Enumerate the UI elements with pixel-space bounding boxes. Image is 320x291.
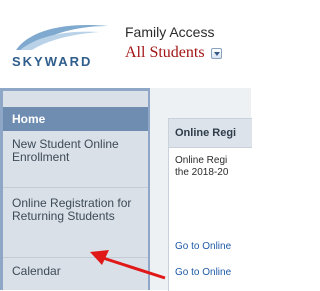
student-selector[interactable]: All Students bbox=[125, 44, 222, 62]
logo-wordmark: SKYWARD bbox=[12, 54, 92, 69]
header: SKYWARD Family Access All Students bbox=[0, 0, 251, 84]
panel-header: Online Regi bbox=[169, 119, 252, 148]
student-selector-value: All Students bbox=[125, 44, 205, 61]
sidebar: Home New Student Online Enrollment Onlin… bbox=[3, 91, 148, 290]
sidebar-item-online-registration-returning[interactable]: Online Registration for Returning Studen… bbox=[3, 197, 148, 253]
panel-title: Online Regi bbox=[175, 127, 237, 139]
sidebar-item-calendar[interactable]: Calendar bbox=[3, 265, 148, 281]
panel-body-line: Online Regi bbox=[175, 155, 228, 166]
sidebar-item-home[interactable]: Home bbox=[3, 107, 148, 131]
chevron-down-icon[interactable] bbox=[210, 47, 222, 59]
panel-body: Online Regi the 2018-20 bbox=[175, 155, 252, 179]
app-title: Family Access bbox=[125, 24, 215, 40]
go-to-online-link[interactable]: Go to Online bbox=[175, 241, 231, 252]
divider bbox=[3, 257, 148, 258]
divider bbox=[3, 187, 148, 188]
sidebar-frame: Home New Student Online Enrollment Onlin… bbox=[0, 88, 150, 290]
online-registration-panel: Online Regi Online Regi the 2018-20 Go t… bbox=[168, 118, 252, 291]
go-to-online-link[interactable]: Go to Online bbox=[175, 267, 231, 278]
panel-body-line: the 2018-20 bbox=[175, 167, 229, 178]
sidebar-item-new-student-enrollment[interactable]: New Student Online Enrollment bbox=[3, 138, 148, 182]
skyward-logo: SKYWARD bbox=[12, 25, 108, 69]
